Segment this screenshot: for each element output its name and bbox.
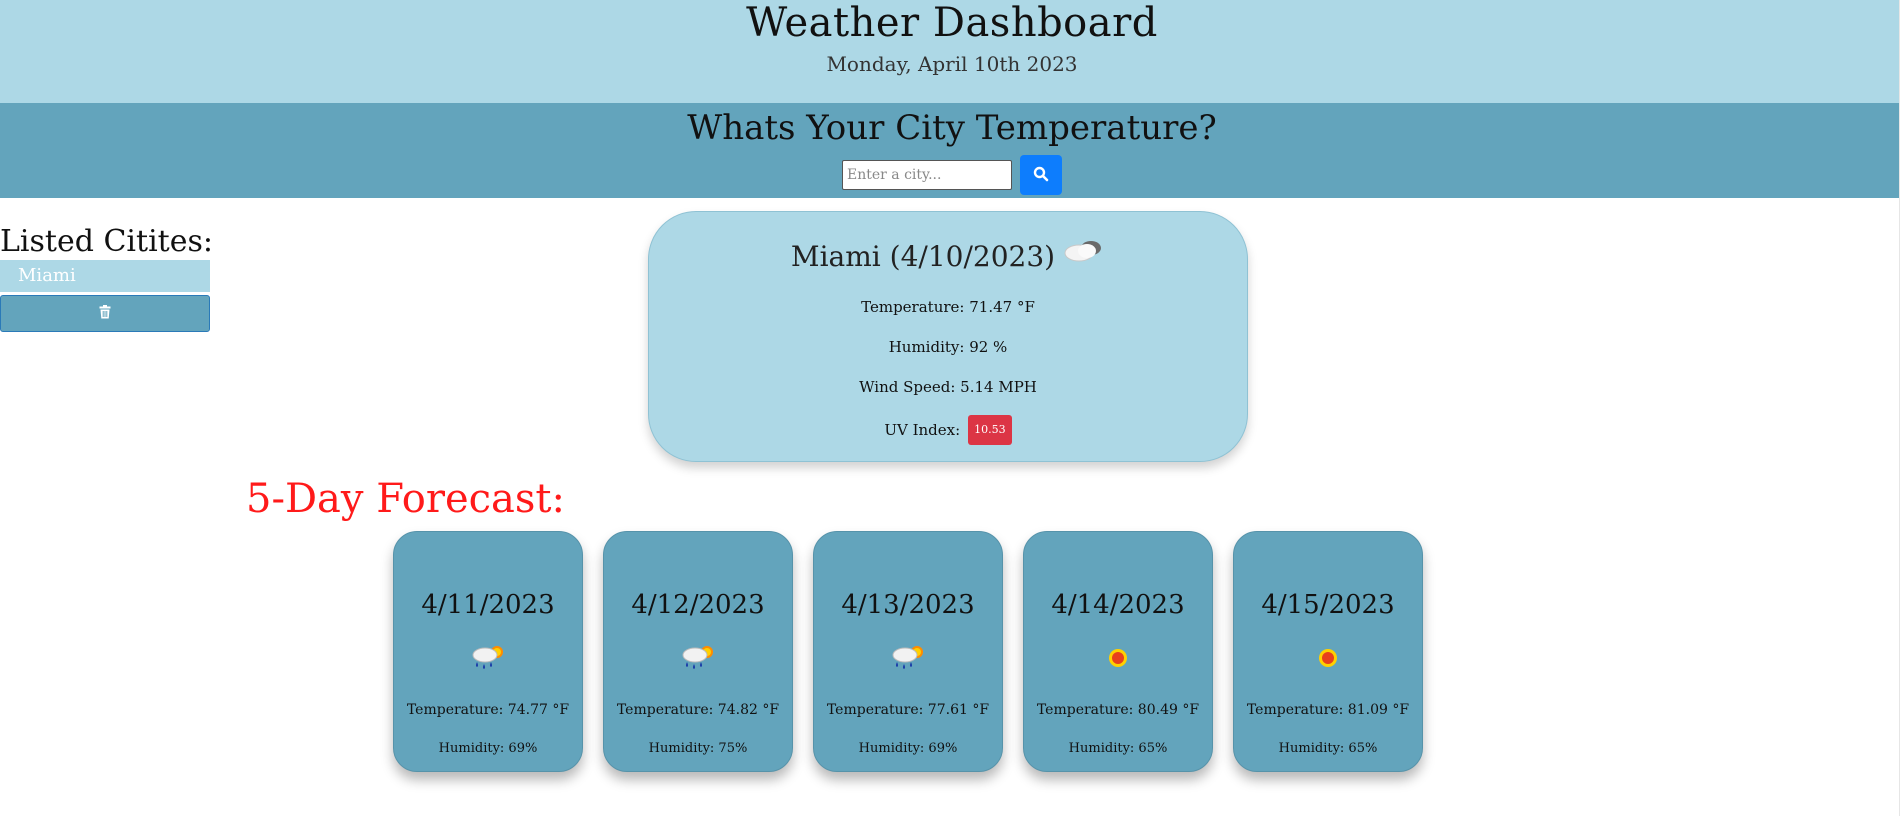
forecast-card: 4/15/2023 Temperature: 81.09 °F Humidity… xyxy=(1233,531,1423,772)
trash-icon xyxy=(99,305,111,322)
forecast-humidity: Humidity: 65% xyxy=(1068,741,1168,756)
header: Weather Dashboard Monday, April 10th 202… xyxy=(0,0,1904,103)
search-button[interactable] xyxy=(1020,155,1062,195)
forecast-temperature: Temperature: 74.82 °F xyxy=(616,702,780,718)
search-icon xyxy=(1033,166,1049,185)
forecast-date: 4/15/2023 xyxy=(1261,590,1395,620)
forecast-card: 4/12/2023 Temperature: 74.82 °F Humidity… xyxy=(603,531,793,772)
rain-sun-icon xyxy=(889,642,927,678)
partly-cloudy-icon xyxy=(1061,236,1105,277)
page-title: Weather Dashboard xyxy=(746,0,1158,46)
forecast-humidity: Humidity: 75% xyxy=(648,741,748,756)
weather-dashboard-page: Weather Dashboard Monday, April 10th 202… xyxy=(0,0,1904,816)
forecast-temperature: Temperature: 77.61 °F xyxy=(826,702,990,718)
current-weather-card: Miami (4/10/2023) Temperature: 71.47 °F … xyxy=(648,211,1248,462)
current-date: Monday, April 10th 2023 xyxy=(826,52,1078,76)
sun-icon xyxy=(1317,647,1339,673)
uv-index-label: UV Index: xyxy=(884,421,961,439)
forecast-card: 4/13/2023 Temperature: 77.61 °F Humidity… xyxy=(813,531,1003,772)
forecast-card: 4/14/2023 Temperature: 80.49 °F Humidity… xyxy=(1023,531,1213,772)
forecast-date: 4/12/2023 xyxy=(631,590,765,620)
forecast-heading: 5-Day Forecast: xyxy=(246,476,565,522)
forecast-date: 4/14/2023 xyxy=(1051,590,1185,620)
current-humidity: Humidity: 92 % xyxy=(888,338,1008,356)
forecast-date: 4/11/2023 xyxy=(421,590,555,620)
current-temperature: Temperature: 71.47 °F xyxy=(861,298,1035,316)
rain-sun-icon xyxy=(469,642,507,678)
city-list-item-miami[interactable]: Miami xyxy=(0,260,210,292)
clear-cities-button[interactable] xyxy=(0,295,210,332)
current-city-date: Miami (4/10/2023) xyxy=(790,239,1056,273)
search-heading: Whats Your City Temperature? xyxy=(687,108,1217,148)
search-section: Whats Your City Temperature? xyxy=(0,103,1904,198)
forecast-date: 4/13/2023 xyxy=(841,590,975,620)
search-row xyxy=(0,154,1904,196)
forecast-temperature: Temperature: 74.77 °F xyxy=(406,702,570,718)
sun-icon xyxy=(1107,647,1129,673)
uv-index-row: UV Index: 10.53 xyxy=(649,415,1247,445)
forecast-humidity: Humidity: 65% xyxy=(1278,741,1378,756)
uv-index-badge: 10.53 xyxy=(968,415,1012,445)
rain-sun-icon xyxy=(679,642,717,678)
forecast-humidity: Humidity: 69% xyxy=(438,741,538,756)
page-scrollbar[interactable] xyxy=(1899,0,1904,816)
forecast-temperature: Temperature: 81.09 °F xyxy=(1246,702,1410,718)
forecast-humidity: Humidity: 69% xyxy=(858,741,958,756)
forecast-card: 4/11/2023 Temperature: 74.77 °F Humidity… xyxy=(393,531,583,772)
city-search-input[interactable] xyxy=(842,160,1012,190)
listed-cities-heading: Listed Citites: xyxy=(0,224,213,259)
current-weather-title: Miami (4/10/2023) xyxy=(649,236,1247,277)
forecast-temperature: Temperature: 80.49 °F xyxy=(1036,702,1200,718)
current-wind-speed: Wind Speed: 5.14 MPH xyxy=(859,378,1037,396)
